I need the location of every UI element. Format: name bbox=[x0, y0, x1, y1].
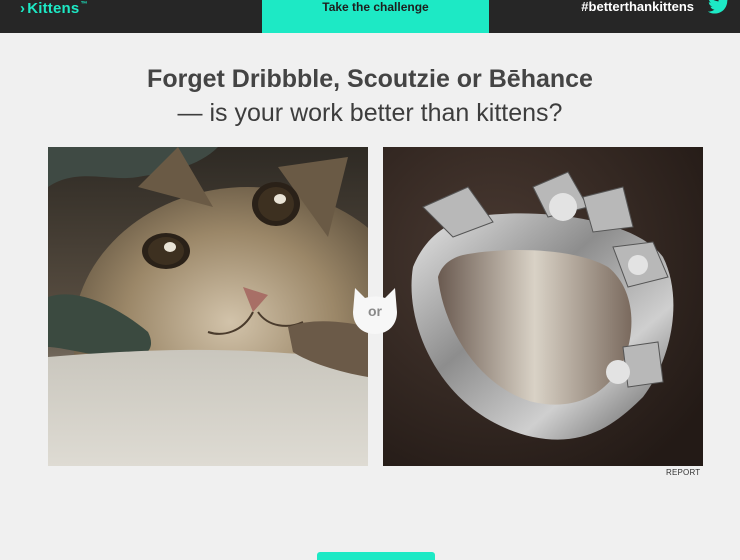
top-bar: › Kittens ™ Take the challenge #betterth… bbox=[0, 0, 740, 33]
headline-line-2: — is your work better than kittens? bbox=[177, 99, 563, 127]
chevron-right-icon: › bbox=[20, 0, 26, 17]
report-link[interactable]: REPORT bbox=[666, 468, 700, 477]
kittens-logo[interactable]: › Kittens ™ bbox=[20, 0, 88, 18]
bracelet-photo-illustration bbox=[383, 147, 703, 466]
trademark-mark: ™ bbox=[80, 0, 88, 8]
kitten-photo-illustration bbox=[48, 147, 368, 466]
hashtag-link[interactable]: #betterthankittens bbox=[581, 0, 694, 15]
kitten-photo[interactable] bbox=[48, 147, 368, 466]
or-label: or bbox=[368, 303, 382, 319]
bracelet-photo[interactable] bbox=[383, 147, 703, 466]
twitter-bird-icon[interactable] bbox=[708, 0, 730, 15]
bottom-action-button[interactable] bbox=[317, 552, 435, 560]
logo-text: Kittens bbox=[27, 0, 80, 17]
page-headline: Forget Dribbble, Scoutzie or Bēhance — i… bbox=[0, 62, 740, 130]
headline-line-1: Forget Dribbble, Scoutzie or Bēhance bbox=[147, 65, 593, 93]
take-the-challenge-button[interactable]: Take the challenge bbox=[262, 0, 489, 33]
